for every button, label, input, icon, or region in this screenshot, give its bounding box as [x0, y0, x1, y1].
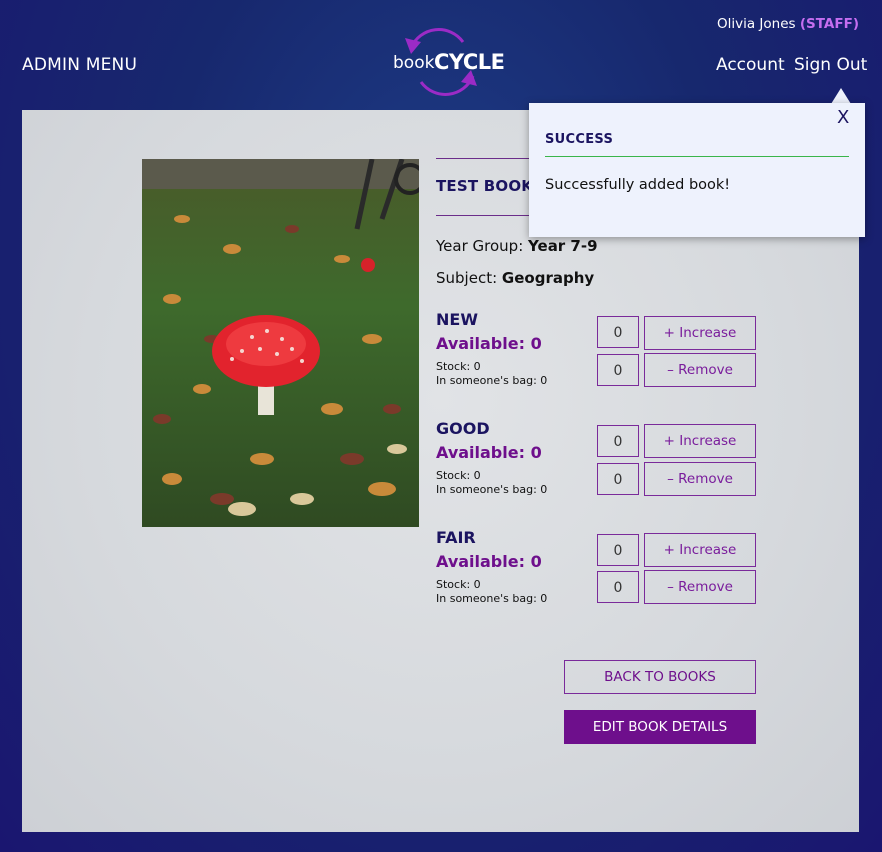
book-title: TEST BOOK: [436, 177, 534, 195]
user-info: Olivia Jones (STAFF): [717, 16, 859, 32]
increase-button[interactable]: + Increase: [644, 424, 756, 458]
logo-word-cycle: CYCLE: [434, 50, 505, 74]
user-name: Olivia Jones: [717, 16, 796, 32]
condition-available: Available: 0: [436, 552, 542, 571]
increase-qty-input[interactable]: 0: [597, 425, 639, 457]
increase-button[interactable]: + Increase: [644, 533, 756, 567]
remove-button[interactable]: – Remove: [644, 462, 756, 496]
subject: Subject: Geography: [436, 269, 594, 287]
condition-fair: FAIR Available: 0 Stock: 0 In someone's …: [436, 528, 756, 628]
year-group: Year Group: Year 7-9: [436, 237, 598, 255]
condition-in-bag: In someone's bag: 0: [436, 483, 548, 496]
subject-label: Subject:: [436, 269, 498, 287]
condition-good: GOOD Available: 0 Stock: 0 In someone's …: [436, 419, 756, 519]
condition-in-bag: In someone's bag: 0: [436, 592, 548, 605]
sign-out-link[interactable]: Sign Out: [794, 55, 867, 75]
user-role: (STAFF): [799, 16, 859, 32]
increase-qty-input[interactable]: 0: [597, 534, 639, 566]
increase-button[interactable]: + Increase: [644, 316, 756, 350]
remove-qty-input[interactable]: 0: [597, 571, 639, 603]
toast-pointer: [831, 88, 851, 104]
increase-qty-input[interactable]: 0: [597, 316, 639, 348]
account-link[interactable]: Account: [716, 55, 785, 75]
condition-stock: Stock: 0: [436, 578, 481, 591]
back-to-books-button[interactable]: BACK TO BOOKS: [564, 660, 756, 694]
edit-book-details-button[interactable]: EDIT BOOK DETAILS: [564, 710, 756, 744]
condition-stock: Stock: 0: [436, 469, 481, 482]
admin-menu-link[interactable]: ADMIN MENU: [22, 55, 137, 75]
condition-stock: Stock: 0: [436, 360, 481, 373]
toast-divider: [545, 156, 849, 157]
condition-available: Available: 0: [436, 334, 542, 353]
toast-title: SUCCESS: [545, 132, 614, 147]
remove-button[interactable]: – Remove: [644, 353, 756, 387]
condition-new: NEW Available: 0 Stock: 0 In someone's b…: [436, 310, 756, 410]
condition-in-bag: In someone's bag: 0: [436, 374, 548, 387]
condition-name: FAIR: [436, 528, 476, 547]
toast-message: Successfully added book!: [545, 177, 731, 193]
remove-qty-input[interactable]: 0: [597, 463, 639, 495]
close-icon[interactable]: X: [837, 107, 849, 128]
remove-qty-input[interactable]: 0: [597, 354, 639, 386]
subject-value: Geography: [501, 269, 595, 287]
bookcycle-logo[interactable]: book CYCLE: [391, 24, 505, 98]
condition-available: Available: 0: [436, 443, 542, 462]
remove-button[interactable]: – Remove: [644, 570, 756, 604]
condition-name: NEW: [436, 310, 478, 329]
book-cover-image: [142, 159, 419, 527]
year-group-label: Year Group:: [436, 237, 524, 255]
logo-word-book: book: [393, 53, 435, 73]
top-bar: ADMIN MENU book CYCLE Olivia Jones (STAF…: [0, 0, 882, 110]
condition-name: GOOD: [436, 419, 490, 438]
success-toast: X SUCCESS Successfully added book!: [529, 103, 865, 237]
year-group-value: Year 7-9: [528, 237, 598, 255]
